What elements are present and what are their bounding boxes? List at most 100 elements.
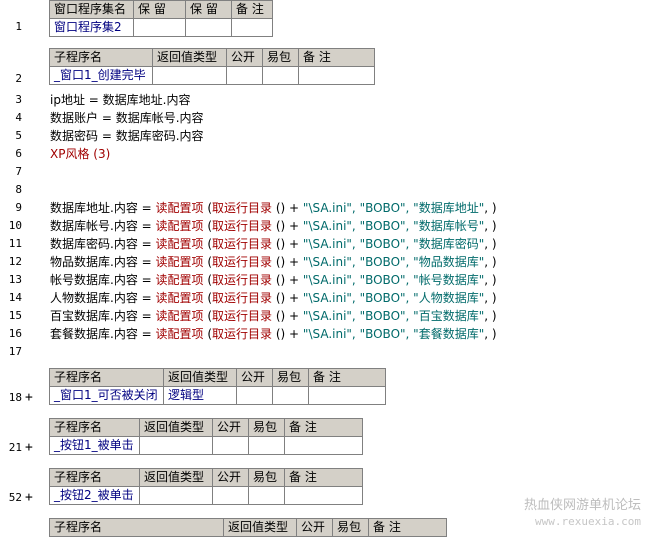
paren: () [272, 201, 290, 215]
read-config-function: 读配置项 [155, 219, 204, 233]
header-cell: 备 注 [368, 518, 447, 537]
header-cell: 返回值类型 [163, 368, 237, 387]
read-config-function: 读配置项 [155, 237, 204, 251]
expand-plus-icon[interactable]: + [25, 441, 33, 454]
config-code-line[interactable]: 数据库地址.内容 = 读配置项 (取运行目录 () + "\SA.ini", "… [50, 200, 497, 217]
subroutine-name-cell[interactable]: _按钮1_被单击 [49, 436, 140, 455]
config-code-line[interactable]: 数据库帐号.内容 = 读配置项 (取运行目录 () + "\SA.ini", "… [50, 218, 497, 235]
header-cell: 备 注 [308, 368, 386, 387]
string-literal: "BOBO", [359, 255, 414, 269]
value-cell[interactable] [236, 386, 273, 405]
header-cell: 公开 [296, 518, 333, 537]
value-cell[interactable] [139, 436, 213, 455]
subroutine-table: 子程序名 返回值类型 公开 易包 备 注 _窗口1_创建完毕 [49, 48, 375, 85]
target-variable: 百宝数据库.内容 [50, 309, 138, 323]
assembly-name-cell[interactable]: 窗口程序集2 [49, 18, 134, 37]
paren: , ) [484, 291, 497, 305]
value-cell[interactable] [272, 386, 309, 405]
line-number: 17 [8, 345, 22, 358]
paren: ( [203, 309, 213, 323]
value-cell[interactable] [298, 66, 375, 85]
header-cell: 保 留 [185, 0, 232, 19]
config-code-line[interactable]: 套餐数据库.内容 = 读配置项 (取运行目录 () + "\SA.ini", "… [50, 326, 497, 343]
header-cell: 易包 [248, 418, 285, 437]
paren: , ) [484, 255, 497, 269]
paren: , ) [484, 201, 497, 215]
value-cell[interactable] [284, 436, 363, 455]
header-cell: 返回值类型 [139, 418, 213, 437]
header-cell: 备 注 [298, 48, 375, 67]
string-literal: "BOBO", [359, 219, 414, 233]
header-cell: 保 留 [133, 0, 186, 19]
operator: = [137, 237, 156, 251]
string-literal: "\SA.ini", [299, 273, 360, 287]
paren: , ) [484, 309, 497, 323]
value-cell[interactable] [284, 486, 363, 505]
return-type-cell[interactable]: 逻辑型 [163, 386, 237, 405]
run-dir-function: 取运行目录 [212, 327, 273, 341]
window-assembly-table: 窗口程序集名 保 留 保 留 备 注 窗口程序集2 [49, 0, 273, 37]
value-cell[interactable] [139, 486, 213, 505]
header-cell: 子程序名 [49, 368, 164, 387]
line-number: 15 [8, 309, 22, 322]
expand-plus-icon[interactable]: + [25, 491, 33, 504]
operator: = [137, 327, 156, 341]
paren: ( [203, 219, 213, 233]
code-line[interactable]: ip地址 = 数据库地址.内容 [50, 92, 190, 109]
string-literal: "BOBO", [359, 237, 414, 251]
string-literal: "BOBO", [359, 201, 414, 215]
value-cell[interactable] [152, 66, 227, 85]
paren: ( [203, 291, 213, 305]
value-cell[interactable] [248, 436, 285, 455]
string-literal: "帐号数据库" [413, 273, 485, 287]
value-cell[interactable] [212, 436, 249, 455]
value-cell[interactable] [226, 66, 263, 85]
run-dir-function: 取运行目录 [212, 201, 273, 215]
subroutine-name-cell[interactable]: _窗口1_可否被关闭 [49, 386, 164, 405]
paren: , ) [484, 273, 497, 287]
header-cell: 备 注 [284, 468, 363, 487]
value-cell[interactable] [308, 386, 386, 405]
config-code-line[interactable]: 物品数据库.内容 = 读配置项 (取运行目录 () + "\SA.ini", "… [50, 254, 497, 271]
read-config-function: 读配置项 [155, 201, 204, 215]
value-cell[interactable] [185, 18, 232, 37]
paren: ( [203, 255, 213, 269]
value-cell[interactable] [212, 486, 249, 505]
header-cell: 公开 [226, 48, 263, 67]
run-dir-function: 取运行目录 [212, 219, 273, 233]
code-line[interactable]: 数据密码 = 数据库密码.内容 [50, 128, 204, 145]
expand-plus-icon[interactable]: + [25, 391, 33, 404]
watermark: 热血侠网游单机论坛 www.rexuexia.com [524, 498, 641, 530]
header-cell: 返回值类型 [223, 518, 297, 537]
config-code-line[interactable]: 人物数据库.内容 = 读配置项 (取运行目录 () + "\SA.ini", "… [50, 290, 497, 307]
string-literal: "\SA.ini", [299, 255, 360, 269]
subroutine-name-cell[interactable]: _窗口1_创建完毕 [49, 66, 153, 85]
string-literal: "数据库帐号" [413, 219, 485, 233]
value-cell[interactable] [248, 486, 285, 505]
config-code-line[interactable]: 百宝数据库.内容 = 读配置项 (取运行目录 () + "\SA.ini", "… [50, 308, 497, 325]
value-cell[interactable] [231, 18, 273, 37]
operator: + [289, 201, 300, 215]
string-literal: "\SA.ini", [299, 327, 360, 341]
operator: + [289, 327, 300, 341]
subroutine-name-cell[interactable]: _按钮2_被单击 [49, 486, 140, 505]
code-line[interactable]: 数据账户 = 数据库帐号.内容 [50, 110, 204, 127]
operator: + [289, 255, 300, 269]
string-literal: "\SA.ini", [299, 201, 360, 215]
variable: 数据账户 [50, 111, 99, 125]
header-cell: 子程序名 [49, 518, 224, 537]
config-code-line[interactable]: 数据库密码.内容 = 读配置项 (取运行目录 () + "\SA.ini", "… [50, 236, 497, 253]
value-cell[interactable] [133, 18, 186, 37]
run-dir-function: 取运行目录 [212, 237, 273, 251]
string-literal: "数据库地址" [413, 201, 485, 215]
paren: ( [203, 237, 213, 251]
paren: ( [203, 327, 213, 341]
code-line[interactable]: XP风格 (3) [50, 146, 110, 163]
config-code-line[interactable]: 帐号数据库.内容 = 读配置项 (取运行目录 () + "\SA.ini", "… [50, 272, 497, 289]
string-literal: "百宝数据库" [413, 309, 485, 323]
line-number: 4 [15, 111, 22, 124]
line-number: 11 [8, 237, 22, 250]
run-dir-function: 取运行目录 [212, 291, 273, 305]
run-dir-function: 取运行目录 [212, 255, 273, 269]
value-cell[interactable] [262, 66, 299, 85]
